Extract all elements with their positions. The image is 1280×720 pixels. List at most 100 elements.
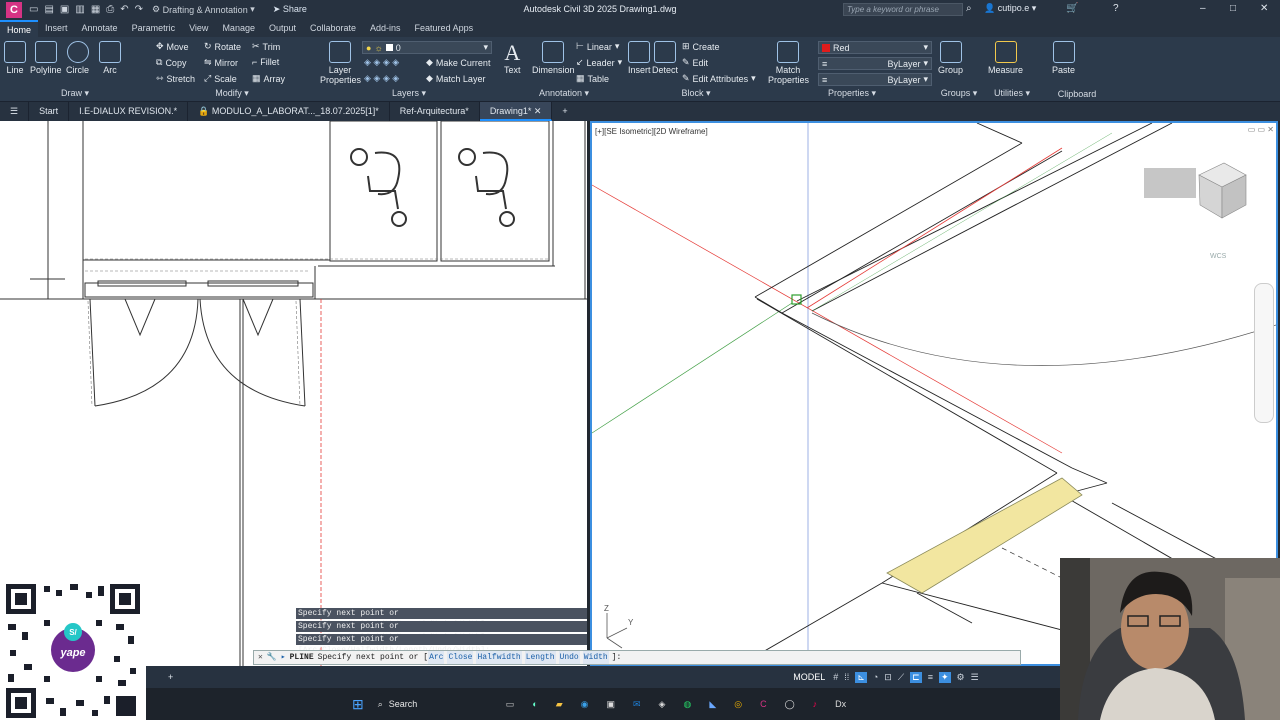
layer-tools-row1[interactable]: ◈ ◈ ◈ ◈ — [364, 57, 399, 68]
match-properties-button[interactable]: Match Properties — [768, 41, 809, 85]
snap-icon[interactable]: ⁞⁞ — [844, 672, 849, 682]
menu-icon[interactable]: ☰ — [0, 102, 30, 121]
minimize-icon[interactable]: – — [1200, 3, 1206, 14]
grid-icon[interactable]: # — [833, 672, 838, 682]
command-option-halfwidth[interactable]: Halfwidth — [476, 651, 522, 664]
tab-manage[interactable]: Manage — [215, 20, 262, 37]
color-dropdown[interactable]: Red ▾ — [818, 41, 932, 54]
maximize-icon[interactable]: □ — [1230, 3, 1236, 14]
lineweight-toggle-icon[interactable]: ≡ — [928, 672, 933, 682]
new-icon[interactable]: ▭ — [29, 4, 38, 15]
layers-panel-title[interactable]: Layers ▾ — [316, 88, 502, 99]
tab-view[interactable]: View — [182, 20, 215, 37]
lineweight-dropdown[interactable]: ≡ ByLayer ▾ — [818, 57, 932, 70]
stretch-button[interactable]: ⇿ Stretch — [156, 73, 195, 84]
command-line[interactable]: ✕ 🔧 ▸ PLINE Specify next point or [ Arc … — [253, 650, 1021, 665]
customize-icon[interactable]: ☰ — [971, 672, 979, 683]
viewport-window-controls[interactable]: ▭ ▭ ✕ — [1248, 125, 1274, 134]
tab-parametric[interactable]: Parametric — [125, 20, 183, 37]
rotate-button[interactable]: ↻ Rotate — [204, 41, 241, 52]
create-button[interactable]: ⊞ Create — [682, 41, 720, 52]
match-layer-button[interactable]: ◆ Match Layer — [426, 73, 485, 84]
edit-attributes-button[interactable]: ✎ Edit Attributes ▾ — [682, 73, 756, 84]
linetype-dropdown[interactable]: ≡ ByLayer ▾ — [818, 73, 932, 86]
doc-tab-ref-arquitectura[interactable]: Ref-Arquitectura* — [390, 102, 480, 121]
annotation-panel-title[interactable]: Annotation ▾ — [504, 88, 624, 99]
isodraft-icon[interactable]: ⟋ — [898, 672, 904, 683]
linear-button[interactable]: ⊢ Linear ▾ — [576, 41, 619, 52]
make-current-button[interactable]: ◆ Make Current — [426, 57, 490, 68]
group-button[interactable]: Group — [938, 41, 963, 75]
otrack-icon[interactable]: ⊏ — [910, 671, 922, 683]
array-button[interactable]: ▦ Array — [252, 73, 285, 84]
move-button[interactable]: ✥ Move — [156, 41, 189, 52]
outlook-icon[interactable]: ✉ — [633, 699, 641, 710]
layer-tools-row2[interactable]: ◈ ◈ ◈ ◈ — [364, 73, 399, 84]
vscode-icon[interactable]: ◣ — [709, 699, 716, 710]
tab-home[interactable]: Home — [0, 20, 39, 37]
command-option-undo[interactable]: Undo — [558, 651, 580, 664]
search-input[interactable]: Type a keyword or phrase — [843, 3, 963, 16]
doc-tab-start[interactable]: Start — [29, 102, 70, 121]
command-option-length[interactable]: Length — [524, 651, 556, 664]
cart-icon[interactable]: 🛒 — [1066, 3, 1078, 14]
tab-collaborate[interactable]: Collaborate — [303, 20, 363, 37]
user-account[interactable]: 👤 cutipo.e ▾ — [984, 3, 1036, 14]
block-panel-title[interactable]: Block ▾ — [626, 88, 766, 99]
insert-button[interactable]: Insert — [628, 41, 651, 75]
add-layout-button[interactable]: + — [168, 672, 173, 682]
doc-tab-dialux[interactable]: I.E-DIALUX REVISION.* — [69, 102, 189, 121]
leader-button[interactable]: ↙ Leader ▾ — [576, 57, 622, 68]
ortho-icon[interactable]: ⊾ — [855, 671, 867, 683]
layer-dropdown[interactable]: ● ☼ 0 ▾ — [362, 41, 492, 54]
draw-panel-title[interactable]: Draw ▾ — [0, 88, 150, 99]
groups-panel-title[interactable]: Groups ▾ — [936, 88, 982, 99]
mirror-button[interactable]: ⇋ Mirror — [204, 57, 238, 68]
view-cube[interactable] — [1144, 162, 1247, 219]
search-icon[interactable]: ⌕ — [966, 3, 972, 14]
doc-tab-modulo[interactable]: 🔒 MODULO_A_LABORAT..._18.07.2025[1]* — [188, 102, 390, 121]
save-icon[interactable]: ▣ — [60, 4, 69, 15]
line-button[interactable]: Line — [4, 41, 26, 75]
command-option-width[interactable]: Width — [582, 651, 609, 664]
workspace-icon[interactable]: ⚙ — [957, 672, 965, 683]
github-icon[interactable]: ◯ — [785, 699, 795, 710]
tiktok-icon[interactable]: ♪ — [813, 699, 818, 709]
command-option-close[interactable]: Close — [447, 651, 474, 664]
navigation-bar[interactable] — [1254, 283, 1274, 423]
save-as-icon[interactable]: ▥ — [75, 4, 84, 15]
paste-button[interactable]: Paste — [1052, 41, 1075, 75]
share-button[interactable]: ➤ Share — [273, 4, 307, 15]
file-explorer-icon[interactable]: ▰ — [556, 699, 563, 710]
web-save-icon[interactable]: ▦ — [91, 4, 100, 15]
civil3d-icon[interactable]: C — [760, 699, 767, 709]
clipboard-panel-title[interactable]: Clipboard — [1042, 89, 1112, 99]
dialux-icon[interactable]: Dx — [835, 699, 846, 709]
modify-panel-title[interactable]: Modify ▾ — [152, 88, 312, 99]
taskbar-search[interactable]: ⌕ Search — [378, 699, 478, 710]
properties-panel-title[interactable]: Properties ▾ — [768, 88, 936, 99]
arc-button[interactable]: Arc — [99, 41, 121, 75]
close-icon[interactable]: ✕ — [258, 651, 263, 664]
store-icon[interactable]: ▣ — [606, 699, 615, 710]
wcs-label[interactable]: WCS — [1210, 253, 1227, 260]
tab-output[interactable]: Output — [262, 20, 303, 37]
model-space-toggle[interactable]: MODEL — [793, 672, 825, 682]
scale-button[interactable]: ⤢ Scale — [204, 73, 237, 84]
command-option-arc[interactable]: Arc — [428, 651, 445, 664]
trim-button[interactable]: ✂ Trim — [252, 41, 280, 52]
workspace-switcher[interactable]: ⚙ Drafting & Annotation ▾ — [152, 4, 255, 15]
close-tab-icon[interactable]: ✕ — [534, 106, 542, 116]
viewport-controls-label[interactable]: [+][SE Isometric][2D Wireframe] — [595, 127, 708, 136]
measure-button[interactable]: Measure — [988, 41, 1023, 75]
text-button[interactable]: A Text — [504, 41, 521, 76]
utilities-panel-title[interactable]: Utilities ▾ — [984, 88, 1040, 99]
layer-properties-button[interactable]: Layer Properties — [320, 41, 361, 85]
tab-annotate[interactable]: Annotate — [75, 20, 125, 37]
chrome-icon[interactable]: ◎ — [734, 699, 742, 710]
table-button[interactable]: ▦ Table — [576, 73, 609, 84]
edge-icon[interactable]: ◉ — [581, 699, 589, 710]
help-icon[interactable]: ? — [1113, 3, 1119, 14]
osnap-icon[interactable]: ⊡ — [884, 672, 892, 683]
tab-featured-apps[interactable]: Featured Apps — [408, 20, 481, 37]
